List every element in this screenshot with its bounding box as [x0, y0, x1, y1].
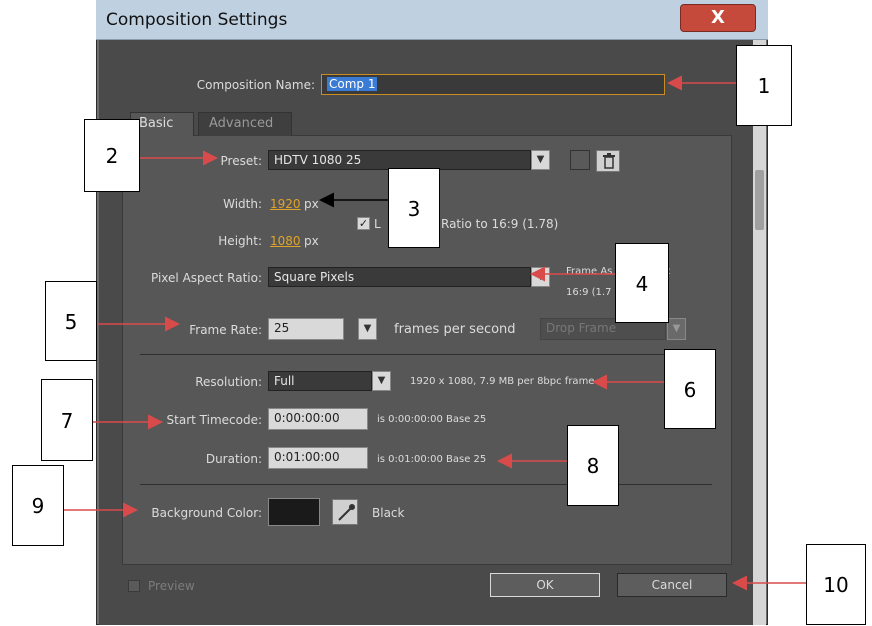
callout-9: 9	[12, 465, 64, 546]
callout-2: 2	[84, 119, 140, 192]
callout-5: 5	[45, 281, 97, 361]
callout-3: 3	[388, 168, 440, 248]
callout-7: 7	[41, 379, 93, 461]
callout-4: 4	[615, 243, 669, 323]
callout-6: 6	[664, 349, 716, 429]
callout-1: 1	[736, 45, 792, 126]
callout-8: 8	[567, 425, 619, 506]
callout-10: 10	[806, 544, 866, 625]
